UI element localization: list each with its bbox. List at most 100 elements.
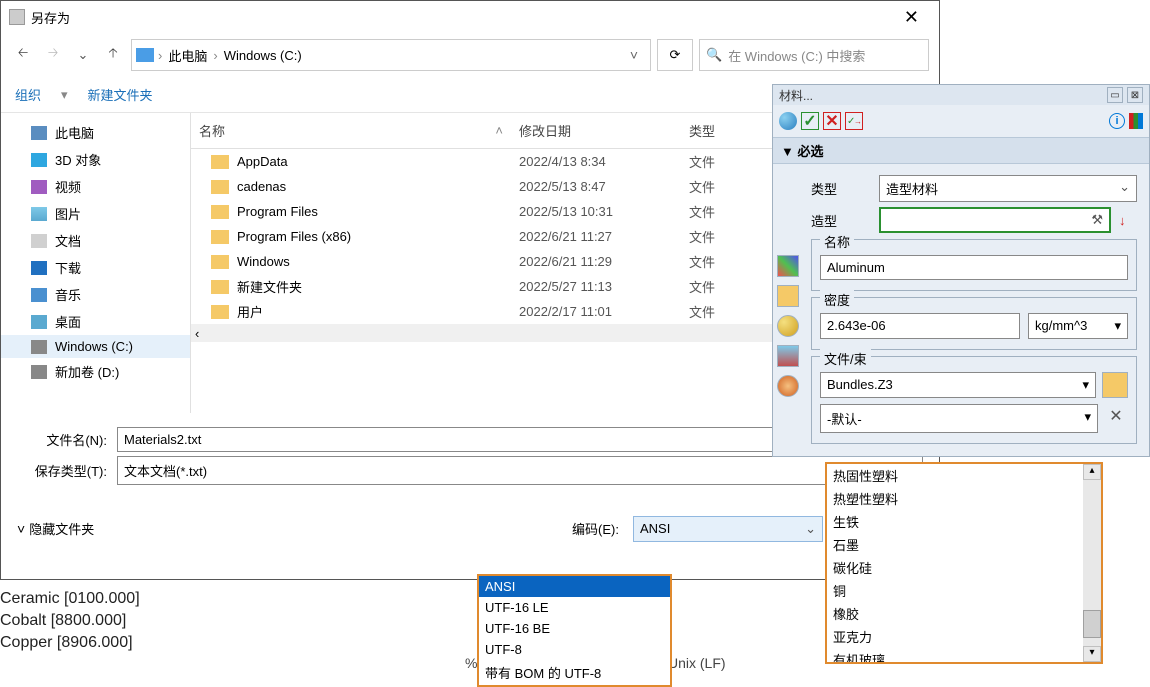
panel-close-icon[interactable]: ⊠ (1127, 87, 1143, 103)
dialog-title: 另存为 (31, 8, 892, 27)
folder-icon (211, 255, 229, 269)
sidebar-item[interactable]: 图片 (1, 200, 190, 227)
file-name: Program Files (237, 204, 519, 219)
cat-icon-5[interactable] (777, 375, 799, 397)
material-option[interactable]: 石墨 (827, 533, 1083, 556)
file-name: 新建文件夹 (237, 277, 519, 296)
folder-icon (211, 230, 229, 244)
open-folder-icon[interactable] (1102, 372, 1128, 398)
sidebar-item[interactable]: 此电脑 (1, 119, 190, 146)
file-date: 2022/6/21 11:29 (519, 254, 689, 269)
search-placeholder: 在 Windows (C:) 中搜索 (728, 46, 865, 65)
search-input[interactable]: 🔍 在 Windows (C:) 中搜索 (699, 39, 929, 71)
new-folder-button[interactable]: 新建文件夹 (88, 85, 153, 104)
material-name-input[interactable]: Aluminum (820, 255, 1128, 280)
material-option[interactable]: 橡胶 (827, 602, 1083, 625)
material-option[interactable]: 碳化硅 (827, 556, 1083, 579)
material-panel: 材料... ▭ ⊠ ✓ ✕ i ▼ 必选 类型 造型材料 造型 ⚒ (772, 84, 1150, 457)
sidebar-item[interactable]: 新加卷 (D:) (1, 358, 190, 385)
file-date: 2022/5/13 10:31 (519, 204, 689, 219)
density-fieldset: 密度 2.643e-06 kg/mm^3▾ (811, 297, 1137, 350)
encoding-option[interactable]: 带有 BOM 的 UTF-8 (479, 660, 670, 685)
shape-arrow-icon[interactable]: ↓ (1119, 213, 1137, 228)
sidebar-item-label: 3D 对象 (55, 150, 101, 169)
layers-icon[interactable] (1129, 113, 1143, 129)
breadcrumb-dropdown[interactable] (622, 47, 646, 63)
encoding-option[interactable]: UTF-8 (479, 639, 670, 660)
density-unit-combo[interactable]: kg/mm^3▾ (1028, 313, 1128, 339)
sidebar-item-label: Windows (C:) (55, 339, 133, 354)
sidebar: 此电脑 3D 对象视频图片文档下载音乐桌面 Windows (C:) 新加卷 (D:) (1, 113, 191, 413)
nav-bar: 🡠 🡢 🡡 › 此电脑 › Windows (C:) ⟳ 🔍 在 Windows… (1, 33, 939, 77)
encoding-combo[interactable]: ANSI (633, 516, 823, 542)
cat-icon-2[interactable] (777, 285, 799, 307)
filename-label: 文件名(N): (17, 430, 107, 449)
material-option[interactable]: 生铁 (827, 510, 1083, 533)
nav-up-button[interactable]: 🡡 (101, 43, 125, 67)
required-section-header[interactable]: ▼ 必选 (773, 137, 1149, 164)
sidebar-item[interactable]: 视频 (1, 173, 190, 200)
panel-restore-icon[interactable]: ▭ (1107, 87, 1123, 103)
encoding-option[interactable]: UTF-16 BE (479, 618, 670, 639)
encoding-option[interactable]: ANSI (479, 576, 670, 597)
search-icon: 🔍 (706, 47, 722, 63)
info-icon[interactable]: i (1109, 113, 1125, 129)
sidebar-item-icon (31, 153, 47, 167)
breadcrumb-icon (136, 48, 154, 62)
sidebar-item-label: 音乐 (55, 285, 81, 304)
nav-forward-button[interactable]: 🡢 (41, 43, 65, 67)
breadcrumb-segment[interactable]: 此电脑 (162, 46, 213, 65)
encoding-option[interactable]: UTF-16 LE (479, 597, 670, 618)
sidebar-item[interactable]: Windows (C:) (1, 335, 190, 358)
breadcrumb-segment[interactable]: Windows (C:) (218, 48, 308, 63)
hide-folders-toggle[interactable]: 隐藏文件夹 (17, 519, 94, 538)
material-option[interactable]: 热塑性塑料 (827, 487, 1083, 510)
sidebar-item-label: 桌面 (55, 312, 81, 331)
dropdown-scrollbar[interactable]: ▴ ▾ (1083, 464, 1101, 662)
file-name: 用户 (237, 302, 519, 321)
sidebar-item[interactable]: 音乐 (1, 281, 190, 308)
refresh-button[interactable]: ⟳ (657, 39, 693, 71)
sidebar-item-label: 新加卷 (D:) (55, 362, 119, 381)
folder-icon (211, 305, 229, 319)
apply-continue-icon[interactable] (845, 112, 863, 130)
breadcrumb-bar[interactable]: › 此电脑 › Windows (C:) (131, 39, 651, 71)
nav-back-button[interactable]: 🡠 (11, 43, 35, 67)
dialog-titlebar: 另存为 ✕ (1, 1, 939, 33)
sidebar-item-label: 视频 (55, 177, 81, 196)
material-category-icons (777, 255, 803, 397)
nav-history-button[interactable] (71, 43, 95, 67)
globe-icon[interactable] (779, 112, 797, 130)
filetype-combo[interactable]: 文本文档(*.txt) (117, 456, 923, 485)
material-type-combo[interactable]: 造型材料 (879, 175, 1137, 202)
file-name: Program Files (x86) (237, 229, 519, 244)
density-value-input[interactable]: 2.643e-06 (820, 313, 1020, 339)
editor-status-enc: Unix (LF) (668, 655, 726, 671)
file-bundle-combo[interactable]: Bundles.Z3▾ (820, 372, 1096, 398)
delete-icon[interactable]: ✕ (1104, 404, 1128, 428)
material-option[interactable]: 铜 (827, 579, 1083, 602)
encoding-dropdown-list[interactable]: ANSIUTF-16 LEUTF-16 BEUTF-8带有 BOM 的 UTF-… (477, 574, 672, 687)
sidebar-item-label: 图片 (55, 204, 81, 223)
apply-icon[interactable]: ✓ (801, 112, 819, 130)
cancel-icon[interactable]: ✕ (823, 112, 841, 130)
sidebar-item[interactable]: 桌面 (1, 308, 190, 335)
cat-icon-4[interactable] (777, 345, 799, 367)
material-dropdown-list[interactable]: 热固性塑料热塑性塑料生铁石墨碳化硅铜橡胶亚克力有机玻璃铸铁 ▴ ▾ (825, 462, 1103, 664)
material-option[interactable]: 有机玻璃 (827, 648, 1083, 662)
default-combo[interactable]: -默认-▾ (820, 404, 1098, 433)
shape-combo[interactable]: ⚒ (879, 207, 1111, 233)
cat-icon-3[interactable] (777, 315, 799, 337)
material-option[interactable]: 热固性塑料 (827, 464, 1083, 487)
sidebar-item[interactable]: 3D 对象 (1, 146, 190, 173)
organize-menu[interactable]: 组织 (15, 85, 41, 104)
cat-icon-1[interactable] (777, 255, 799, 277)
sidebar-item[interactable]: 下载 (1, 254, 190, 281)
sidebar-item-icon (31, 365, 47, 379)
folder-icon (211, 155, 229, 169)
file-date: 2022/5/27 11:13 (519, 279, 689, 294)
editor-background-text: Ceramic [0100.000] Cobalt [8800.000] Cop… (0, 588, 140, 654)
sidebar-item[interactable]: 文档 (1, 227, 190, 254)
material-option[interactable]: 亚克力 (827, 625, 1083, 648)
close-button[interactable]: ✕ (892, 3, 931, 32)
